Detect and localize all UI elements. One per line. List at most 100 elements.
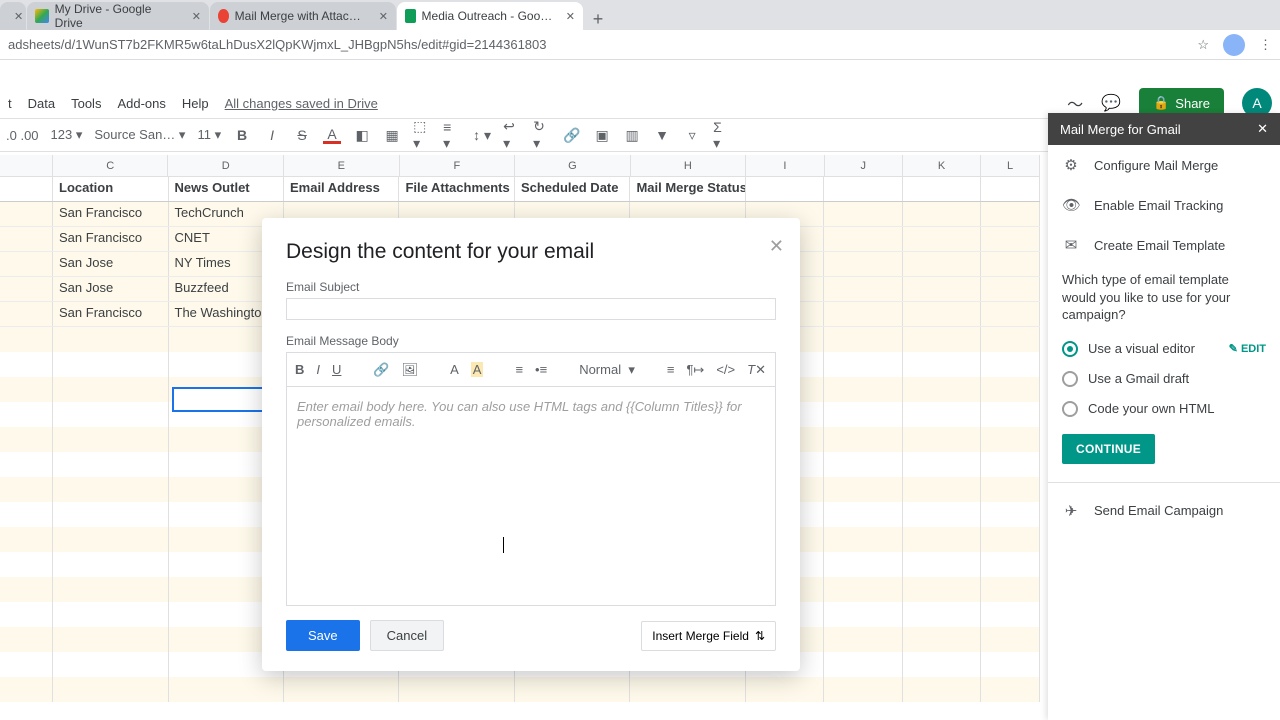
align-icon[interactable]: ≡: [667, 362, 675, 377]
drive-favicon-icon: [35, 9, 49, 23]
col-letter[interactable]: D: [168, 155, 284, 176]
close-icon[interactable]: ✕: [769, 236, 784, 257]
italic-icon[interactable]: I: [263, 126, 281, 144]
font-select[interactable]: Source San… ▾: [94, 127, 185, 143]
filter-views-icon[interactable]: ▿: [683, 126, 701, 144]
email-body-textarea[interactable]: Enter email body here. You can also use …: [287, 387, 775, 605]
image-icon[interactable]: 🖼: [402, 362, 419, 378]
col-letter[interactable]: I: [746, 155, 824, 176]
kebab-menu-icon[interactable]: ⋮: [1259, 37, 1272, 53]
col-letter[interactable]: L: [981, 155, 1040, 176]
text-cursor: [503, 537, 504, 553]
col-letter[interactable]: F: [400, 155, 516, 176]
email-subject-input[interactable]: [286, 298, 776, 320]
direction-icon[interactable]: ¶↦: [686, 362, 704, 378]
underline-icon[interactable]: U: [332, 362, 341, 377]
merge-cells-icon[interactable]: ⬚ ▾: [413, 126, 431, 144]
header-attachments[interactable]: File Attachments: [399, 177, 514, 201]
borders-icon[interactable]: ▦: [383, 126, 401, 144]
highlight-icon[interactable]: A: [471, 362, 484, 377]
col-letter[interactable]: K: [903, 155, 981, 176]
filter-icon[interactable]: ▼: [653, 126, 671, 144]
col-letter[interactable]: E: [284, 155, 400, 176]
menu-item[interactable]: Data: [28, 96, 55, 111]
browser-tab-drive[interactable]: My Drive - Google Drive ✕: [27, 2, 209, 30]
link-icon[interactable]: 🔗: [373, 362, 389, 378]
browser-tab-sheets[interactable]: Media Outreach - Google Sheets ✕: [397, 2, 583, 30]
profile-avatar-icon[interactable]: [1223, 34, 1245, 56]
unordered-list-icon[interactable]: •≡: [535, 362, 547, 377]
new-tab-button[interactable]: +: [584, 9, 612, 30]
menu-item[interactable]: t: [8, 96, 12, 111]
code-icon[interactable]: </>: [716, 362, 735, 377]
radio-visual-editor[interactable]: Use a visual editor ✎ EDIT: [1048, 334, 1280, 364]
decimal-buttons[interactable]: .0 .00: [6, 128, 39, 143]
browser-tab-mailmerge[interactable]: Mail Merge with Attachments - G ✕: [210, 2, 396, 30]
sidebar-item-send[interactable]: ✈ Send Email Campaign: [1048, 491, 1280, 531]
cell[interactable]: San Francisco: [53, 202, 168, 226]
text-color-icon[interactable]: A: [450, 362, 459, 377]
radio-gmail-draft[interactable]: Use a Gmail draft: [1048, 364, 1280, 394]
explore-icon[interactable]: 〜: [1067, 91, 1083, 115]
menu-item[interactable]: Tools: [71, 96, 101, 111]
close-icon[interactable]: ✕: [14, 10, 23, 23]
header-scheduled[interactable]: Scheduled Date: [515, 177, 630, 201]
continue-button[interactable]: CONTINUE: [1062, 434, 1155, 464]
url-input[interactable]: [8, 37, 1197, 52]
col-letter[interactable]: G: [515, 155, 631, 176]
bold-icon[interactable]: B: [295, 362, 304, 377]
close-icon[interactable]: ✕: [566, 10, 575, 23]
header-news-outlet[interactable]: News Outlet: [169, 177, 284, 201]
font-size-select[interactable]: 11 ▾: [197, 127, 221, 143]
sidebar-item-tracking[interactable]: 👁 Enable Email Tracking: [1048, 185, 1280, 225]
strikethrough-icon[interactable]: S: [293, 126, 311, 144]
col-letter[interactable]: H: [631, 155, 747, 176]
radio-code-html[interactable]: Code your own HTML: [1048, 394, 1280, 424]
comments-icon[interactable]: 💬: [1101, 93, 1121, 113]
sidebar-item-template[interactable]: ✉ Create Email Template: [1048, 225, 1280, 265]
fill-color-icon[interactable]: ◧: [353, 126, 371, 144]
sidebar-item-configure[interactable]: ⚙ Configure Mail Merge: [1048, 145, 1280, 185]
cancel-button[interactable]: Cancel: [370, 620, 444, 651]
cell[interactable]: San Jose: [53, 277, 168, 301]
header-status[interactable]: Mail Merge Status: [630, 177, 745, 201]
ordered-list-icon[interactable]: ≡: [515, 362, 523, 377]
clear-format-icon[interactable]: T✕: [747, 362, 766, 378]
close-icon[interactable]: ✕: [192, 10, 201, 23]
col-letter[interactable]: J: [825, 155, 903, 176]
cell[interactable]: San Francisco: [53, 302, 168, 326]
cell[interactable]: San Francisco: [53, 227, 168, 251]
format-select[interactable]: Normal ▾: [579, 362, 635, 378]
rotate-icon[interactable]: ↻ ▾: [533, 126, 551, 144]
text-color-icon[interactable]: A: [323, 126, 341, 144]
bold-icon[interactable]: B: [233, 126, 251, 144]
h-align-icon[interactable]: ≡ ▾: [443, 126, 461, 144]
cell[interactable]: San Jose: [53, 252, 168, 276]
edit-link[interactable]: ✎ EDIT: [1229, 342, 1266, 355]
link-icon[interactable]: 🔗: [563, 126, 581, 144]
col-letter[interactable]: [0, 155, 53, 176]
header-location[interactable]: Location: [53, 177, 168, 201]
functions-icon[interactable]: Σ ▾: [713, 126, 731, 144]
column-header-row: C D E F G H I J K L: [0, 155, 1040, 177]
close-icon[interactable]: ✕: [379, 10, 388, 23]
v-align-icon[interactable]: ↕ ▾: [473, 126, 491, 144]
lock-icon: 🔒: [1153, 95, 1169, 111]
insert-merge-field-button[interactable]: Insert Merge Field ⇅: [641, 621, 776, 651]
menu-item[interactable]: Add-ons: [117, 96, 165, 111]
chart-icon[interactable]: ▥: [623, 126, 641, 144]
header-email[interactable]: Email Address: [284, 177, 399, 201]
eye-icon: 👁: [1062, 196, 1080, 214]
format-menu[interactable]: 123 ▾: [51, 127, 83, 143]
save-button[interactable]: Save: [286, 620, 360, 651]
wrap-icon[interactable]: ↩ ▾: [503, 126, 521, 144]
mailmerge-sidepanel: Mail Merge for Gmail ✕ ⚙ Configure Mail …: [1048, 113, 1280, 720]
comment-icon[interactable]: ▣: [593, 126, 611, 144]
star-icon[interactable]: ☆: [1197, 37, 1209, 53]
close-icon[interactable]: ✕: [1257, 121, 1268, 137]
email-design-modal: ✕ Design the content for your email Emai…: [262, 218, 800, 671]
browser-tab-truncated[interactable]: ✕: [0, 2, 26, 30]
col-letter[interactable]: C: [53, 155, 169, 176]
menu-item[interactable]: Help: [182, 96, 209, 111]
italic-icon[interactable]: I: [316, 362, 320, 377]
